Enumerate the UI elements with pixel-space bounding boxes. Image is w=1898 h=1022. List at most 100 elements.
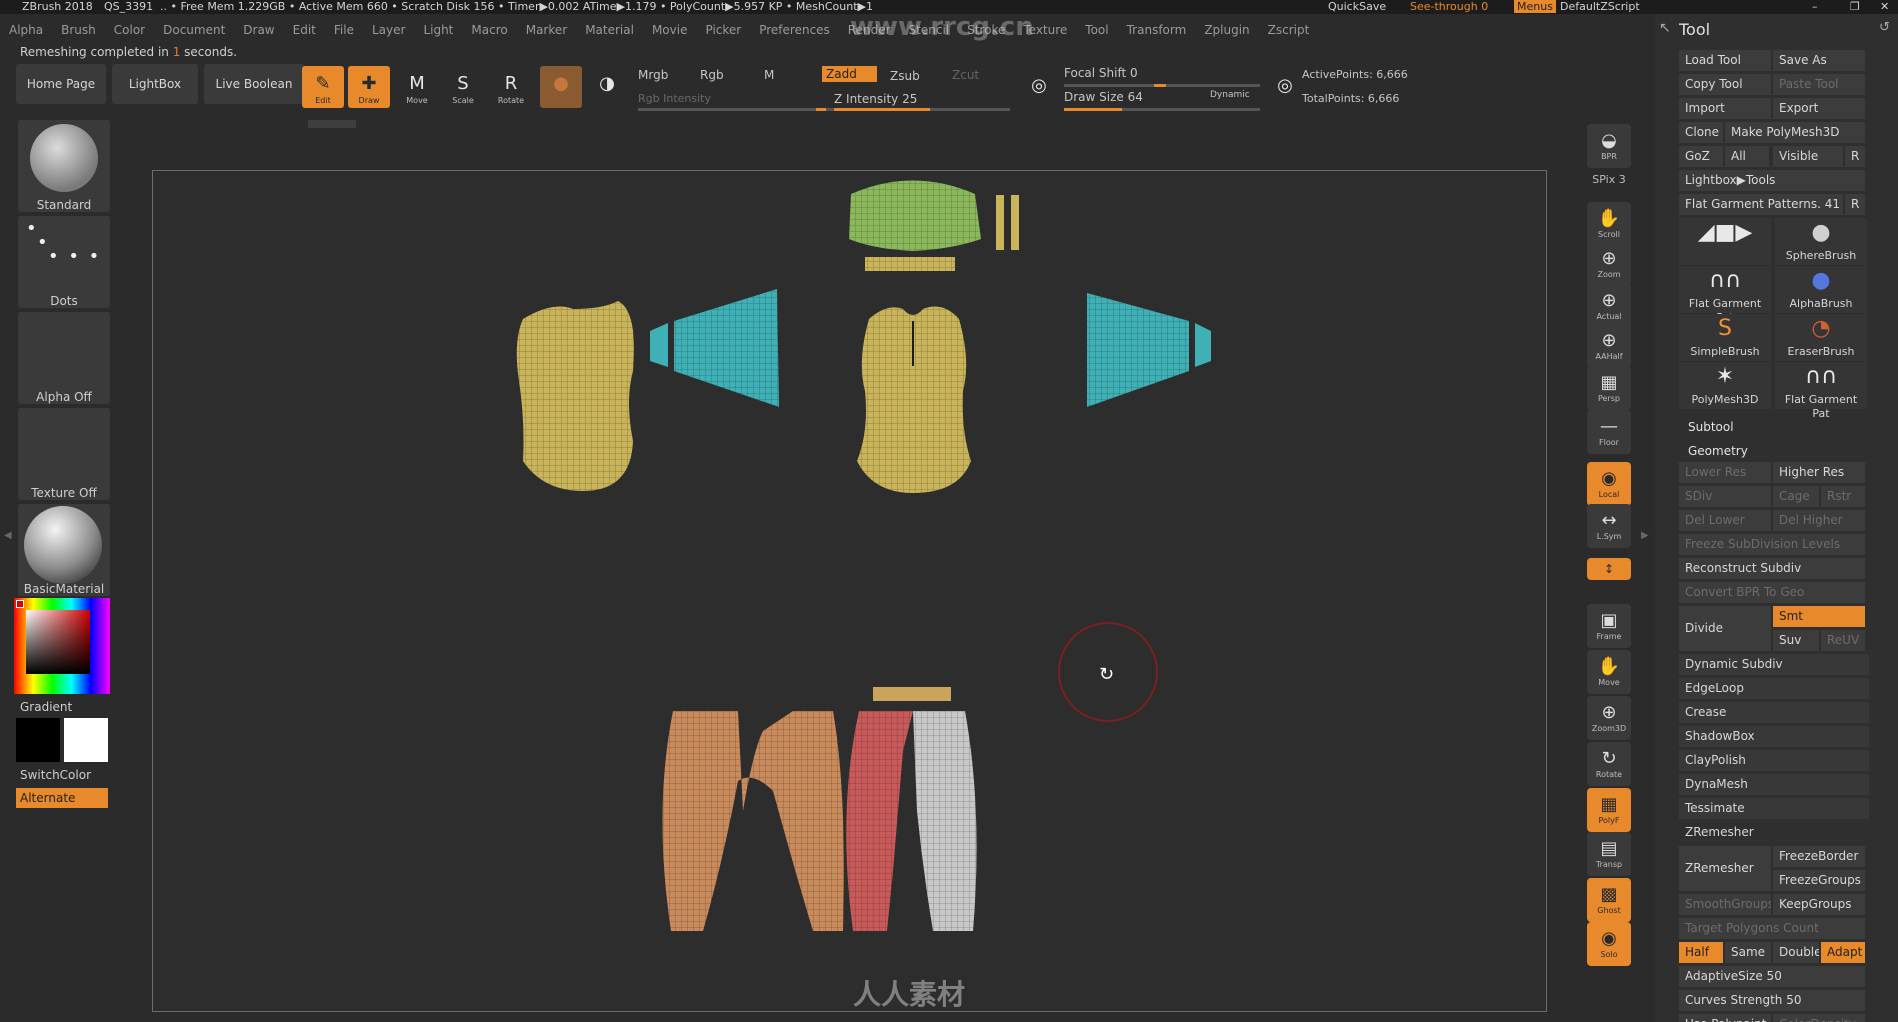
front-pants-pattern[interactable] <box>846 711 977 931</box>
back-pants-pattern[interactable] <box>662 711 844 931</box>
menu-tool[interactable]: Tool <box>1076 20 1117 40</box>
zremesher-section-header[interactable]: ZRemesher <box>1679 822 1869 843</box>
lower-res-button[interactable]: Lower Res <box>1679 462 1771 483</box>
bpr-button[interactable]: ◒ BPR <box>1587 124 1631 168</box>
rgb-intensity-handle[interactable] <box>816 108 826 111</box>
secondary-color-swatch[interactable] <box>64 718 108 762</box>
rgb-button[interactable]: Rgb <box>700 68 724 82</box>
lightbox-tools-button[interactable]: Lightbox▶Tools <box>1679 170 1865 191</box>
make-polymesh-button[interactable]: Make PolyMesh3D <box>1725 122 1865 143</box>
zcut-button[interactable]: Zcut <box>952 68 979 82</box>
curves-strength-slider[interactable]: Curves Strength 50 <box>1679 990 1865 1011</box>
flat-garment-pat-2-thumbnail[interactable]: ∩∩ Flat Garment Pat <box>1775 362 1867 420</box>
tessimate-section[interactable]: Tessimate <box>1679 798 1869 819</box>
palette-refresh-icon[interactable]: ↺ <box>1879 20 1890 35</box>
menu-layer[interactable]: Layer <box>363 20 414 40</box>
live-boolean-button[interactable]: Live Boolean <box>204 64 304 104</box>
edit-mode-button[interactable]: ✎ Edit <box>302 66 344 108</box>
menu-transform[interactable]: Transform <box>1118 20 1196 40</box>
rstr-button[interactable]: Rstr <box>1821 486 1865 507</box>
load-tool-button[interactable]: Load Tool <box>1679 50 1771 71</box>
spix-button[interactable]: SPix 3 <box>1587 170 1631 194</box>
zadd-button[interactable]: Zadd <box>822 66 877 82</box>
menu-marker[interactable]: Marker <box>517 20 576 40</box>
menu-macro[interactable]: Macro <box>462 20 516 40</box>
goz-button[interactable]: GoZ <box>1679 146 1723 167</box>
floor-button[interactable]: — Floor <box>1587 410 1631 454</box>
copy-tool-button[interactable]: Copy Tool <box>1679 74 1771 95</box>
visible-button[interactable]: Visible <box>1773 146 1843 167</box>
reconstruct-subdiv-button[interactable]: Reconstruct Subdiv <box>1679 558 1865 579</box>
left-sleeve-pattern[interactable] <box>650 289 779 407</box>
del-lower-button[interactable]: Del Lower <box>1679 510 1771 531</box>
zsub-button[interactable]: Zsub <box>890 69 920 83</box>
menu-edit[interactable]: Edit <box>284 20 325 40</box>
adaptive-size-slider[interactable]: AdaptiveSize 50 <box>1679 966 1865 987</box>
color-sphere-button[interactable]: ◑ <box>586 66 628 108</box>
menu-brush[interactable]: Brush <box>52 20 105 40</box>
menu-document[interactable]: Document <box>154 20 234 40</box>
color-picker-square[interactable] <box>26 610 90 674</box>
same-button[interactable]: Same <box>1725 942 1771 963</box>
use-polypaint-button[interactable]: Use Polypaint <box>1679 1014 1771 1022</box>
freeze-border-button[interactable]: FreezeBorder <box>1773 846 1865 867</box>
document-canvas[interactable]: ↻ 人人素材 <box>152 170 1547 1012</box>
dynamesh-section[interactable]: DynaMesh <box>1679 774 1869 795</box>
focal-shift-handle[interactable] <box>1154 84 1166 87</box>
left-tray-toggle-icon[interactable]: ◀ <box>4 530 12 550</box>
transp-button[interactable]: ▤ Transp <box>1587 832 1631 876</box>
sdiv-slider[interactable]: SDiv <box>1679 486 1771 507</box>
reuv-toggle[interactable]: ReUV <box>1821 630 1865 651</box>
actual-button[interactable]: ⊕ Actual <box>1587 284 1631 328</box>
del-higher-button[interactable]: Del Higher <box>1773 510 1865 531</box>
menu-color[interactable]: Color <box>105 20 154 40</box>
move-mode-button[interactable]: M Move <box>396 66 438 108</box>
xyz-button[interactable]: ↕ Gxyz <box>1587 558 1631 589</box>
see-through-slider[interactable]: See-through 0 <box>1410 0 1488 13</box>
paste-tool-button[interactable]: Paste Tool <box>1773 74 1865 95</box>
higher-res-button[interactable]: Higher Res <box>1773 462 1865 483</box>
menu-file[interactable]: File <box>325 20 363 40</box>
zremesher-button[interactable]: ZRemesher <box>1679 846 1771 891</box>
close-icon[interactable]: ✕ <box>1880 0 1889 13</box>
target-polygons-slider[interactable]: Target Polygons Count <box>1679 918 1865 939</box>
edgeloop-section[interactable]: EdgeLoop <box>1679 678 1869 699</box>
geometry-header[interactable]: Geometry <box>1688 444 1748 458</box>
dynamic-subdiv-section[interactable]: Dynamic Subdiv <box>1679 654 1869 675</box>
claypolish-section[interactable]: ClayPolish <box>1679 750 1869 771</box>
freeze-groups-button[interactable]: FreezeGroups <box>1773 870 1865 891</box>
keep-groups-button[interactable]: KeepGroups <box>1773 894 1865 915</box>
convert-bpr-button[interactable]: Convert BPR To Geo <box>1679 582 1865 603</box>
crease-section[interactable]: Crease <box>1679 702 1869 723</box>
alternate-button[interactable]: Alternate <box>16 788 108 808</box>
dynamic-toggle[interactable]: Dynamic <box>1210 90 1250 100</box>
suv-toggle[interactable]: Suv <box>1773 630 1819 651</box>
menu-draw[interactable]: Draw <box>234 20 283 40</box>
current-tool-slider[interactable]: Flat Garment Patterns. 41 <box>1679 194 1843 215</box>
zoom-button[interactable]: ⊕ Zoom <box>1587 242 1631 286</box>
flat-garment-pat-thumbnail[interactable]: ∩∩Flat Garment Pat <box>1679 266 1771 324</box>
right-sleeve-pattern[interactable] <box>1087 293 1211 407</box>
smt-toggle[interactable]: Smt <box>1773 606 1865 627</box>
save-as-button[interactable]: Save As <box>1773 50 1865 71</box>
stroke-s-button[interactable]: ◎ <box>1018 68 1060 110</box>
waistband-pattern[interactable] <box>873 687 951 701</box>
double-button[interactable]: Double <box>1773 942 1819 963</box>
adapt-button[interactable]: Adapt <box>1821 942 1865 963</box>
flat-garment-1-thumbnail[interactable]: ◢■▶ <box>1679 218 1771 265</box>
shadowbox-section[interactable]: ShadowBox <box>1679 726 1869 747</box>
r-button-2[interactable]: R <box>1845 194 1865 215</box>
sphere-brush-thumbnail[interactable]: ● SphereBrush <box>1775 218 1867 265</box>
ghost-button[interactable]: ▩ Ghost <box>1587 878 1631 922</box>
stroke-d-button[interactable]: ◎ <box>1264 68 1306 110</box>
move-button[interactable]: ✋ Move <box>1587 650 1631 694</box>
lsym-button[interactable]: ↔ L.Sym <box>1587 504 1631 548</box>
import-button[interactable]: Import <box>1679 98 1771 119</box>
menu-material[interactable]: Material <box>576 20 643 40</box>
primary-color-swatch[interactable] <box>16 718 60 762</box>
back-bodice-pattern[interactable] <box>516 301 634 491</box>
toolbar-scroll-handle[interactable] <box>308 120 356 128</box>
switch-color-button[interactable]: SwitchColor <box>20 768 112 782</box>
rotate-mode-button[interactable]: R Rotate <box>490 66 532 108</box>
menu-picker[interactable]: Picker <box>696 20 750 40</box>
